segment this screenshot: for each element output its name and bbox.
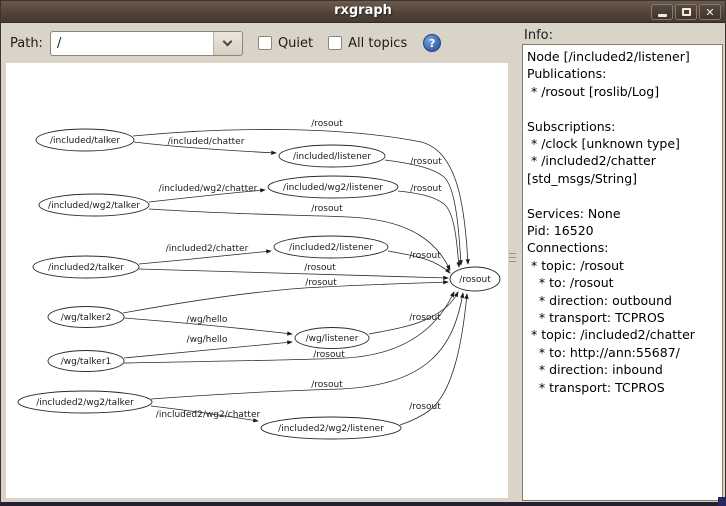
close-icon: ✕ [705, 7, 714, 18]
path-value[interactable]: / [51, 32, 213, 55]
edge-label: /rosout [409, 313, 441, 323]
info-line: Node [/included2/listener] [527, 48, 720, 65]
minimize-icon [658, 14, 667, 17]
combo-dropdown-button[interactable] [213, 32, 242, 55]
maximize-icon [682, 8, 691, 16]
graph-node[interactable]: /wg/talker1 [48, 351, 124, 372]
info-line: Publications: [527, 65, 720, 82]
edge-label: /rosout [305, 278, 337, 288]
graph-canvas-area[interactable]: /included/chatter/rosout/rosout/included… [6, 63, 508, 498]
all-topics-checkbox[interactable] [328, 36, 342, 50]
info-line: * topic: /rosout [527, 257, 720, 274]
app-window: rxgraph ✕ Path: / Quiet All topics ? [0, 0, 726, 506]
info-line: * /included2/chatter [527, 152, 720, 169]
maximize-button[interactable] [675, 4, 697, 20]
quiet-checkbox-group[interactable]: Quiet [258, 36, 313, 51]
path-label: Path: [10, 36, 43, 51]
graph-node[interactable]: /included/wg2/listener [268, 176, 398, 198]
info-line: * transport: TCPROS [527, 379, 720, 396]
edge-label: /rosout [410, 184, 442, 194]
node-label: /included2/wg2/listener [278, 424, 384, 434]
info-line: Subscriptions: [527, 118, 720, 135]
info-line: * direction: inbound [527, 361, 720, 378]
all-topics-checkbox-group[interactable]: All topics [328, 36, 407, 51]
graph-edge [123, 282, 448, 313]
toolbar: Path: / Quiet All topics ? [1, 23, 518, 63]
graph-node[interactable]: /included2/listener [274, 236, 388, 258]
graph-node[interactable]: /included/talker [36, 129, 134, 151]
graph-node[interactable]: /wg/talker2 [48, 307, 124, 328]
edge-label: /rosout [409, 251, 441, 261]
info-line: * topic: /included2/chatter [527, 326, 720, 343]
help-icon: ? [429, 37, 435, 50]
node-label: /wg/listener [306, 334, 359, 344]
node-label: /included2/talker [48, 263, 124, 273]
node-label: /wg/talker1 [61, 357, 112, 367]
path-combobox[interactable]: / [50, 31, 243, 56]
titlebar[interactable]: rxgraph ✕ [1, 1, 725, 23]
edge-label: /included2/chatter [166, 244, 249, 254]
info-line: Services: None [527, 205, 720, 222]
minimize-button[interactable] [651, 4, 673, 20]
edge-label: /included2/wg2/chatter [156, 410, 261, 420]
edge-label: /rosout [409, 402, 441, 412]
node-label: /included/listener [293, 152, 371, 162]
graph-edge [139, 269, 448, 278]
graph-node[interactable]: /included2/wg2/talker [18, 391, 152, 413]
edge-label: /included/chatter [168, 137, 245, 147]
edge-label: /rosout [313, 350, 345, 360]
edge-label: /rosout [311, 119, 343, 129]
all-topics-label: All topics [348, 36, 407, 51]
node-label: /rosout [459, 275, 491, 285]
splitter-sash[interactable] [509, 253, 516, 266]
node-label: /included2/wg2/talker [36, 398, 134, 408]
edge-label: /rosout [304, 263, 336, 273]
info-textbox: Node [/included2/listener]Publications: … [522, 44, 723, 501]
graph-svg: /included/chatter/rosout/rosout/included… [6, 63, 508, 498]
graph-edge [124, 292, 454, 363]
info-line: * transport: TCPROS [527, 309, 720, 326]
graph-node[interactable]: /included2/talker [33, 256, 139, 278]
node-label: /included2/listener [289, 243, 373, 253]
graph-node[interactable]: /included2/wg2/listener [261, 417, 401, 439]
resize-grip[interactable] [718, 497, 726, 506]
info-line: * /clock [unknown type] [527, 135, 720, 152]
edge-label: /rosout [410, 157, 442, 167]
info-panel-label: Info: [524, 28, 553, 43]
node-label: /included/wg2/talker [48, 201, 140, 211]
window-controls: ✕ [651, 4, 721, 20]
graph-node[interactable]: /included/wg2/talker [39, 194, 149, 216]
graph-node[interactable]: /included/listener [279, 145, 385, 167]
edge-label: /included/wg2/chatter [159, 184, 258, 194]
node-label: /wg/talker2 [61, 313, 112, 323]
node-label: /included/wg2/listener [283, 183, 383, 193]
chevron-down-icon [223, 36, 233, 46]
graph-node[interactable]: /wg/listener [295, 328, 369, 349]
info-line: [std_msgs/String] [527, 170, 720, 187]
graph-node[interactable]: /rosout [450, 267, 500, 291]
info-line: Pid: 16520 [527, 222, 720, 239]
edge-label: /rosout [311, 204, 343, 214]
info-line: * direction: outbound [527, 292, 720, 309]
edge-label: /wg/hello [187, 315, 228, 325]
info-line [527, 100, 720, 117]
quiet-label: Quiet [278, 36, 313, 51]
window-title: rxgraph [1, 3, 725, 18]
close-button[interactable]: ✕ [699, 4, 721, 20]
quiet-checkbox[interactable] [258, 36, 272, 50]
info-line [527, 187, 720, 204]
node-label: /included/talker [50, 136, 120, 146]
help-button[interactable]: ? [423, 34, 441, 52]
edge-label: /rosout [311, 380, 343, 390]
info-line: * to: /rosout [527, 274, 720, 291]
edge-label: /wg/hello [187, 335, 228, 345]
info-line: Connections: [527, 239, 720, 256]
info-line: * /rosout [roslib/Log] [527, 83, 720, 100]
info-line: * to: http://ann:55687/ [527, 344, 720, 361]
